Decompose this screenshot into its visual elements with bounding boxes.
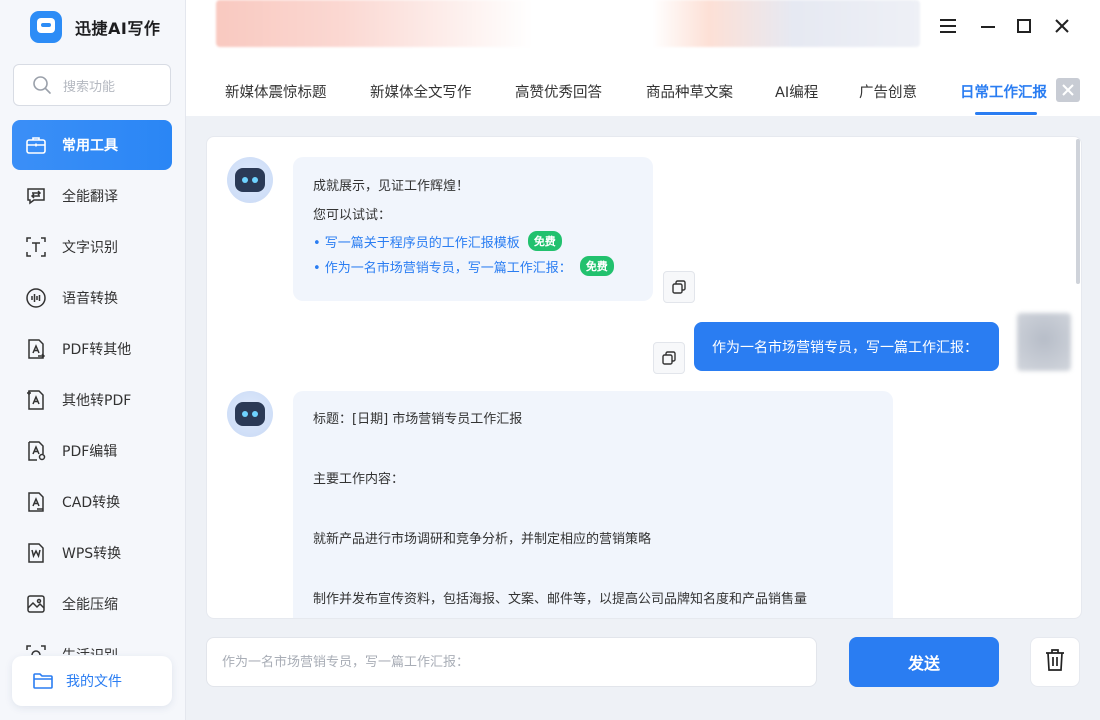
close-icon[interactable] xyxy=(1050,14,1074,38)
sidebar-item-label: 文字识别 xyxy=(62,239,118,256)
sidebar-item-label: 常用工具 xyxy=(62,138,118,154)
sidebar-item-translate[interactable]: 全能翻译 xyxy=(12,170,172,221)
promo-banner[interactable] xyxy=(216,0,920,47)
reply-line: 制作并发布宣传资料，包括海报、文案、邮件等，以提高公司品牌知名度和产品销售量 xyxy=(313,592,808,607)
sidebar-item-label: PDF编辑 xyxy=(62,443,118,460)
translate-icon xyxy=(24,184,48,208)
tab-ai-coding[interactable]: AI编程 xyxy=(775,81,818,102)
pdf-convert-icon xyxy=(24,337,48,361)
sidebar-item-wps[interactable]: WPS转换 xyxy=(12,527,172,578)
chat-panel[interactable]: 成就展示，见证工作辉煌！ 您可以试试： • 写一篇关于程序员的工作汇报模板 免费… xyxy=(206,136,1082,619)
suggestion-item[interactable]: • 作为一名市场营销专员，写一篇工作汇报： 免费 xyxy=(313,256,614,276)
app-title: 迅捷AI写作 xyxy=(75,19,161,38)
chat-scrollbar[interactable] xyxy=(1076,139,1080,284)
app-logo-icon xyxy=(30,11,62,43)
tab-top-answer[interactable]: 高赞优秀回答 xyxy=(515,81,602,102)
sidebar-item-other-to-pdf[interactable]: 其他转PDF xyxy=(12,374,172,425)
cad-convert-icon xyxy=(24,490,48,514)
sidebar-item-label: 语音转换 xyxy=(62,290,118,307)
copy-icon[interactable] xyxy=(663,271,695,303)
menu-icon[interactable] xyxy=(936,14,960,38)
sidebar-item-label: CAD转换 xyxy=(62,494,121,511)
toolbox-icon xyxy=(24,133,48,157)
message-input[interactable] xyxy=(206,637,817,687)
template-tabs: 新媒体震惊标题 新媒体全文写作 高赞优秀回答 商品种草文案 AI编程 广告创意 … xyxy=(186,52,1100,116)
compress-icon xyxy=(24,592,48,616)
search-icon xyxy=(31,74,53,96)
tab-daily-report[interactable]: 日常工作汇报 xyxy=(960,81,1047,102)
sidebar-nav: 常用工具 全能翻译 文字识别 语音转换 PDF转其他 其他转PDF PDF编辑 … xyxy=(12,120,172,655)
reply-message: 标题：[日期] 市场营销专员工作汇报 主要工作内容： 就新产品进行市场调研和竞争… xyxy=(293,391,893,618)
sidebar-item-pdf-edit[interactable]: PDF编辑 xyxy=(12,425,172,476)
life-recognition-icon xyxy=(24,643,48,655)
send-button[interactable]: 发送 xyxy=(849,637,999,687)
user-avatar xyxy=(1017,313,1071,371)
trash-icon xyxy=(1044,648,1066,676)
user-message: 作为一名市场营销专员，写一篇工作汇报： xyxy=(694,322,999,371)
tab-fulltext[interactable]: 新媒体全文写作 xyxy=(370,81,472,102)
welcome-hint: 您可以试试： xyxy=(313,208,392,223)
reply-line: 主要工作内容： xyxy=(313,472,405,487)
sidebar-item-label: WPS转换 xyxy=(62,545,122,562)
welcome-message: 成就展示，见证工作辉煌！ 您可以试试： • 写一篇关于程序员的工作汇报模板 免费… xyxy=(293,157,653,301)
free-badge: 免费 xyxy=(527,231,562,251)
sidebar-item-compress[interactable]: 全能压缩 xyxy=(12,578,172,629)
search-placeholder: 搜索功能 xyxy=(63,79,116,95)
sidebar-item-cad[interactable]: CAD转换 xyxy=(12,476,172,527)
maximize-icon[interactable] xyxy=(1012,14,1036,38)
folder-icon xyxy=(32,670,56,692)
feature-search[interactable]: 搜索功能 xyxy=(13,64,171,106)
close-tab-icon[interactable] xyxy=(1056,78,1080,102)
sidebar-item-label: 生活识别 xyxy=(62,645,118,656)
my-files-button[interactable]: 我的文件 xyxy=(12,656,172,706)
sidebar-item-label: 全能翻译 xyxy=(62,188,118,205)
app-logo: 迅捷AI写作 xyxy=(30,11,160,43)
clear-chat-button[interactable] xyxy=(1030,637,1080,687)
reply-line: 就新产品进行市场调研和竞争分析，并制定相应的营销策略 xyxy=(313,532,652,547)
sidebar-nav-viewport: 常用工具 全能翻译 文字识别 语音转换 PDF转其他 其他转PDF PDF编辑 … xyxy=(0,120,185,655)
sidebar-item-voice[interactable]: 语音转换 xyxy=(12,272,172,323)
sidebar-item-label: 其他转PDF xyxy=(62,392,132,409)
sidebar: 迅捷AI写作 搜索功能 常用工具 全能翻译 文字识别 语音转换 PDF转其他 其… xyxy=(0,0,186,720)
welcome-title: 成就展示，见证工作辉煌！ xyxy=(313,179,470,194)
tab-product-copy[interactable]: 商品种草文案 xyxy=(646,81,733,102)
free-badge: 免费 xyxy=(579,256,614,276)
sidebar-item-label: 全能压缩 xyxy=(62,596,118,613)
voice-convert-icon xyxy=(24,286,48,310)
suggestion-text[interactable]: • 写一篇关于程序员的工作汇报模板 xyxy=(313,232,520,251)
bot-avatar xyxy=(227,391,273,437)
sidebar-item-common-tools[interactable]: 常用工具 xyxy=(12,120,172,170)
to-pdf-icon xyxy=(24,388,48,412)
suggestion-text[interactable]: • 作为一名市场营销专员，写一篇工作汇报： xyxy=(313,257,572,276)
user-message-text: 作为一名市场营销专员，写一篇工作汇报： xyxy=(712,339,978,356)
reply-line: 标题：[日期] 市场营销专员工作汇报 xyxy=(313,412,523,427)
suggestion-item[interactable]: • 写一篇关于程序员的工作汇报模板 免费 xyxy=(313,231,562,251)
robot-icon xyxy=(232,402,268,426)
text-recognition-icon xyxy=(24,235,48,259)
robot-icon xyxy=(232,168,268,192)
tab-ad-creative[interactable]: 广告创意 xyxy=(859,81,917,102)
active-tab-indicator xyxy=(975,112,1037,115)
sidebar-item-ocr[interactable]: 文字识别 xyxy=(12,221,172,272)
my-files-label: 我的文件 xyxy=(66,674,122,690)
bot-avatar xyxy=(227,157,273,203)
wps-convert-icon xyxy=(24,541,48,565)
minimize-icon[interactable] xyxy=(976,14,1000,38)
pdf-edit-icon xyxy=(24,439,48,463)
sidebar-item-life-recognition[interactable]: 生活识别 xyxy=(12,629,172,655)
sidebar-item-pdf-to-other[interactable]: PDF转其他 xyxy=(12,323,172,374)
sidebar-item-label: PDF转其他 xyxy=(62,341,132,358)
tab-shock-title[interactable]: 新媒体震惊标题 xyxy=(225,81,327,102)
copy-icon[interactable] xyxy=(653,342,685,374)
title-bar xyxy=(186,0,1100,52)
